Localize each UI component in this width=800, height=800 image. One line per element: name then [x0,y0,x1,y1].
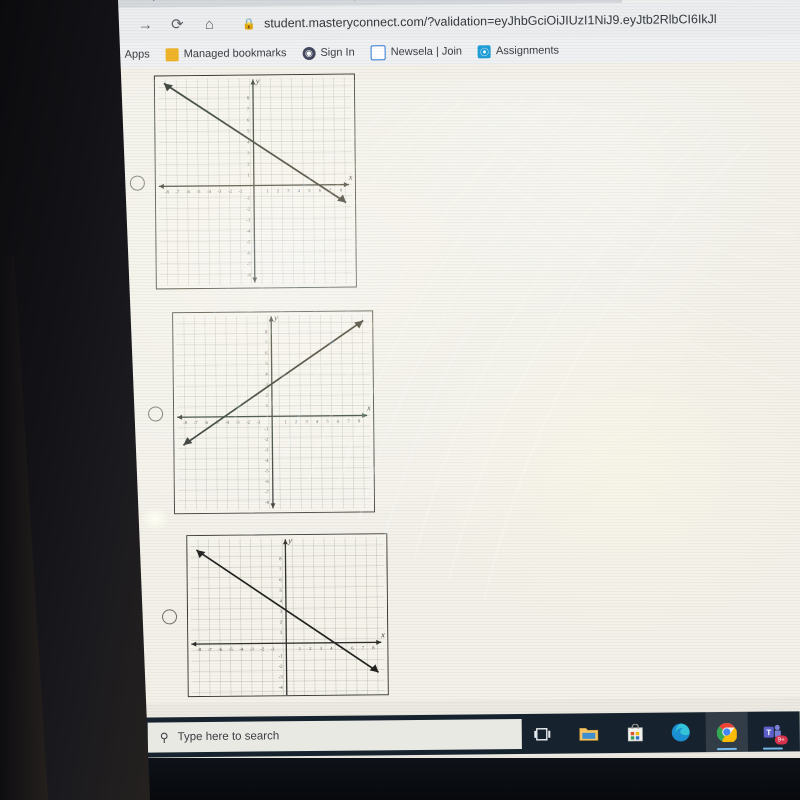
bookmark-managed[interactable]: Managed bookmarks [165,47,287,61]
graph-option-c: x y -8 -7 -6 -5 -4 -3 -2 -1 1 2 3 4 6 7 … [186,533,389,698]
answer-choice-b[interactable]: x y -8 -7 -6 -5 -4 -3 -2 -1 [147,310,376,515]
close-icon[interactable]: ✕ [193,0,201,1]
radio-button-b[interactable] [148,405,164,422]
bookmark-label: Apps [124,48,150,61]
folder-icon [579,727,599,741]
taskbar-search-box[interactable]: ⚲ Type here to search [147,718,522,753]
microsoft-teams-button[interactable]: T 9+ [752,711,794,751]
answer-choice-c[interactable]: x y -8 -7 -6 -5 -4 -3 -2 -1 1 2 3 4 6 7 … [161,533,389,698]
folder-icon [165,47,179,61]
radio-button-a[interactable] [129,175,145,191]
edge-icon [671,723,690,742]
screen-surface: C Clever | Portal ✕ M Rate of Change and… [104,0,800,760]
home-icon[interactable]: ⌂ [200,15,218,33]
task-view-button[interactable] [522,714,564,754]
newsela-icon [370,44,386,60]
svg-text:x: x [366,403,371,412]
svg-text:T: T [766,728,771,737]
store-bag-icon [627,723,643,742]
bookmark-label: Newsela | Join [390,45,463,59]
file-explorer-button[interactable] [568,713,610,753]
address-bar-url: student.masteryconnect.com/?validation=e… [263,12,717,31]
browser-tab-label: Clever | Portal [119,0,185,2]
reload-icon[interactable]: ⟳ [168,15,186,33]
task-view-icon [534,727,551,741]
google-chrome-button[interactable] [705,711,748,753]
taskbar-search-placeholder: Type here to search [177,730,280,744]
globe-icon: ◉ [302,46,316,60]
radio-button-c[interactable] [161,608,178,624]
photographed-laptop-screen: C Clever | Portal ✕ M Rate of Change and… [0,0,800,800]
bookmark-newsela[interactable]: Newsela | Join [370,44,463,60]
graph-option-b: x y -8 -7 -6 -5 -4 -3 -2 -1 [172,310,376,515]
windows-taskbar: ⚲ Type here to search T 9+ [103,711,800,758]
forward-icon[interactable]: → [136,15,154,33]
teams-badge: 9+ [774,735,788,745]
svg-text:y: y [273,313,278,322]
chrome-icon [716,723,737,743]
magnifier-icon: ⚲ [159,730,169,745]
bookmark-label: Sign In [320,46,355,59]
graph-option-a: x y -8 -7 -6 -5 -4 -3 -2 -1 1 2 3 4 5 6 … [153,73,357,290]
microsoft-edge-button[interactable] [660,712,702,752]
bookmark-signin[interactable]: ◉ Sign In [302,46,355,60]
assessment-page: x y -8 -7 -6 -5 -4 -3 -2 -1 1 2 3 4 5 6 … [104,61,800,704]
svg-text:x: x [348,173,353,182]
assignments-icon: ⦿ [477,44,492,58]
svg-text:y: y [255,76,260,85]
address-bar[interactable]: 🔒 student.masteryconnect.com/?validation… [232,6,800,35]
bookmark-label: Managed bookmarks [183,47,287,61]
svg-text:x: x [380,630,385,639]
lock-icon: 🔒 [242,17,257,31]
bookmark-assignments[interactable]: ⦿ Assignments [477,44,560,58]
browser-toolbar: ← → ⟳ ⌂ 🔒 student.masteryconnect.com/?va… [104,1,800,42]
microsoft-store-button[interactable] [614,713,656,753]
answer-choice-a[interactable]: x y -8 -7 -6 -5 -4 -3 -2 -1 1 2 3 4 5 6 … [129,73,357,290]
bookmark-label: Assignments [495,44,560,58]
svg-text:y: y [287,536,292,545]
